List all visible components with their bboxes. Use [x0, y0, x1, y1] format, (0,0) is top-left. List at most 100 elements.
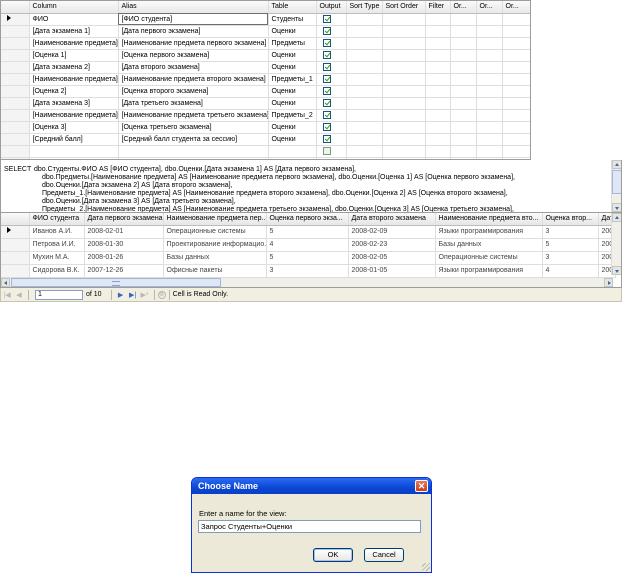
criteria-row[interactable]: [Наименование предмета] [Наименование пре… — [1, 109, 530, 122]
criteria-cell-empty[interactable] — [346, 85, 383, 98]
row-selector[interactable] — [1, 121, 30, 134]
row-selector[interactable] — [1, 225, 30, 239]
criteria-cell-empty[interactable] — [346, 25, 383, 38]
criteria-cell-empty[interactable] — [502, 25, 530, 38]
criteria-row[interactable]: [Оценка 1] [Оценка первого экзамена] Оценк… — [1, 49, 530, 62]
close-icon[interactable]: ✕ — [415, 480, 428, 492]
row-selector[interactable] — [1, 85, 30, 98]
criteria-cell-empty[interactable] — [346, 97, 383, 110]
resize-grip-icon[interactable] — [422, 563, 430, 571]
criteria-cell-empty[interactable] — [476, 37, 503, 50]
scroll-right-icon[interactable] — [604, 278, 613, 287]
ok-button[interactable]: OK — [313, 548, 353, 562]
criteria-cell-column[interactable]: ФИО — [29, 13, 119, 26]
next-record-icon[interactable]: ▶ — [115, 289, 127, 300]
criteria-cell-alias[interactable]: [ФИО студента] — [118, 13, 269, 26]
criteria-cell-empty[interactable] — [382, 13, 426, 26]
scroll-up-icon[interactable] — [612, 160, 621, 169]
criteria-cell-empty[interactable] — [502, 73, 530, 86]
criteria-cell-empty[interactable] — [425, 73, 451, 86]
criteria-cell-alias[interactable]: [Наименование предмета первого экзамена] — [118, 37, 269, 50]
results-cell[interactable]: 4 — [542, 264, 599, 278]
criteria-cell-empty[interactable] — [425, 25, 451, 38]
criteria-cell-alias[interactable] — [118, 145, 269, 158]
record-position-input[interactable] — [35, 289, 83, 300]
criteria-header-alias[interactable]: Alias — [118, 1, 269, 14]
results-header-cell[interactable]: Наименование предмета пер... — [163, 213, 267, 226]
criteria-row[interactable]: ФИО [ФИО студента] Студенты — [1, 13, 530, 26]
results-cell[interactable]: 3 — [542, 225, 599, 239]
criteria-cell-empty[interactable] — [450, 121, 477, 134]
criteria-cell-empty[interactable] — [382, 145, 426, 158]
delete-record-icon[interactable]: ⊗ — [157, 290, 166, 299]
criteria-row[interactable]: [Наименование предмета] [Наименование пре… — [1, 73, 530, 86]
results-row[interactable]: Сидорова В.К. 2007-12-26 Офисные пакеты 3 20… — [1, 264, 616, 278]
scroll-thumb[interactable] — [11, 278, 221, 287]
results-cell[interactable]: Проектирование информацио... — [163, 238, 267, 252]
criteria-cell-alias[interactable]: [Оценка третьего экзамена] — [118, 121, 269, 134]
criteria-header-or-2[interactable]: Or... — [476, 1, 503, 14]
view-name-input[interactable] — [198, 520, 421, 533]
criteria-cell-empty[interactable] — [476, 145, 503, 158]
criteria-cell-output[interactable] — [316, 73, 347, 86]
output-checkbox[interactable] — [322, 146, 331, 155]
criteria-cell-empty[interactable] — [346, 13, 383, 26]
first-record-icon[interactable]: |◀ — [1, 289, 13, 300]
results-cell[interactable]: 2008-01-05 — [348, 264, 436, 278]
criteria-header-or-1[interactable]: Or... — [450, 1, 477, 14]
sql-vertical-scrollbar[interactable] — [611, 160, 621, 212]
criteria-cell-empty[interactable] — [346, 61, 383, 74]
criteria-cell-column[interactable]: [Наименование предмета] — [29, 37, 119, 50]
criteria-cell-alias[interactable]: [Дата первого экзамена] — [118, 25, 269, 38]
criteria-cell-output[interactable] — [316, 109, 347, 122]
criteria-cell-empty[interactable] — [450, 13, 477, 26]
output-checkbox[interactable] — [322, 134, 331, 143]
results-cell[interactable]: Мухин М.А. — [29, 251, 85, 265]
criteria-cell-empty[interactable] — [425, 13, 451, 26]
criteria-cell-empty[interactable] — [382, 85, 426, 98]
results-vertical-scrollbar[interactable] — [611, 213, 621, 275]
criteria-cell-table[interactable]: Предметы — [268, 37, 317, 50]
criteria-cell-column[interactable]: [Наименование предмета] — [29, 109, 119, 122]
criteria-row[interactable]: [Оценка 3] [Оценка третьего экзамена] Оцен… — [1, 121, 530, 134]
results-cell[interactable]: Базы данных — [163, 251, 267, 265]
criteria-cell-empty[interactable] — [502, 121, 530, 134]
results-cell[interactable]: Иванов А.И. — [29, 225, 85, 239]
dialog-title-bar[interactable]: Choose Name ✕ — [192, 478, 431, 494]
criteria-cell-empty[interactable] — [450, 37, 477, 50]
results-cell[interactable]: Операционные системы — [163, 225, 267, 239]
criteria-cell-empty[interactable] — [346, 49, 383, 62]
sql-pane[interactable]: SELECT dbo.Студенты.ФИО AS [ФИО студента… — [0, 160, 622, 213]
criteria-cell-empty[interactable] — [450, 25, 477, 38]
results-cell[interactable]: 2008-02-23 — [348, 238, 436, 252]
results-cell[interactable]: Базы данных — [435, 238, 543, 252]
criteria-cell-empty[interactable] — [346, 121, 383, 134]
criteria-cell-table[interactable]: Оценки — [268, 133, 317, 146]
criteria-cell-empty[interactable] — [476, 133, 503, 146]
criteria-cell-alias[interactable]: [Наименование предмета третьего экзамена… — [118, 109, 269, 122]
criteria-cell-empty[interactable] — [425, 97, 451, 110]
results-cell[interactable]: Петрова И.И. — [29, 238, 85, 252]
output-checkbox[interactable] — [322, 26, 331, 35]
criteria-cell-empty[interactable] — [382, 73, 426, 86]
criteria-cell-output[interactable] — [316, 85, 347, 98]
criteria-cell-empty[interactable] — [450, 85, 477, 98]
output-checkbox[interactable] — [322, 98, 331, 107]
criteria-cell-output[interactable] — [316, 97, 347, 110]
results-cell[interactable]: 5 — [266, 251, 349, 265]
row-selector[interactable] — [1, 133, 30, 146]
scroll-down-icon[interactable] — [612, 203, 621, 212]
criteria-row[interactable]: [Дата экзамена 3] [Дата третьего экзамена… — [1, 97, 530, 110]
criteria-cell-empty[interactable] — [425, 61, 451, 74]
results-cell[interactable]: 2008-02-01 — [84, 225, 164, 239]
criteria-cell-empty[interactable] — [450, 145, 477, 158]
criteria-cell-empty[interactable] — [346, 145, 383, 158]
results-cell[interactable]: 2007-12-26 — [84, 264, 164, 278]
criteria-cell-output[interactable] — [316, 37, 347, 50]
row-selector[interactable] — [1, 145, 30, 158]
criteria-row-empty[interactable] — [1, 145, 530, 158]
criteria-cell-output[interactable] — [316, 133, 347, 146]
criteria-cell-empty[interactable] — [450, 97, 477, 110]
criteria-cell-empty[interactable] — [382, 97, 426, 110]
new-record-icon[interactable]: ▶* — [139, 289, 151, 300]
